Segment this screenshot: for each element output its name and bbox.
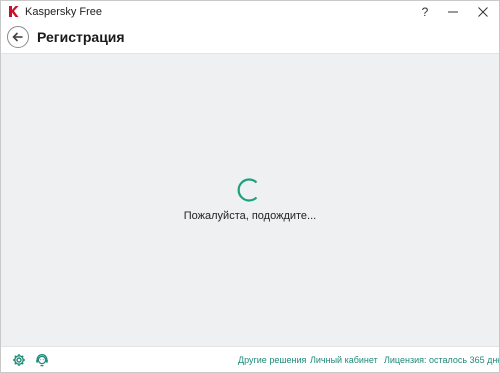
gear-icon[interactable] — [12, 353, 26, 367]
title-bar: Kaspersky Free ? — [1, 1, 499, 23]
kaspersky-logo-icon — [9, 6, 19, 17]
license-link[interactable]: Лицензия: осталось 365 дней — [384, 354, 499, 366]
footer: Другие решения Личный кабинет Лицензия: … — [1, 346, 499, 372]
support-agent-icon[interactable] — [35, 353, 49, 367]
main-content: Пожалуйста, подождите... — [1, 54, 499, 346]
back-button[interactable] — [7, 26, 29, 48]
help-button[interactable]: ? — [411, 1, 439, 23]
minimize-button[interactable] — [439, 1, 467, 23]
close-button[interactable] — [469, 1, 497, 23]
page-title: Регистрация — [37, 29, 125, 45]
other-solutions-link[interactable]: Другие решения — [238, 354, 306, 366]
app-title: Kaspersky Free — [25, 6, 103, 18]
loading-spinner-icon — [237, 178, 258, 202]
page-header: Регистрация — [1, 23, 499, 54]
arrow-left-icon — [12, 32, 23, 42]
wait-message: Пожалуйста, подождите... — [183, 210, 317, 222]
app-window: Kaspersky Free ? Регистрация Пожалуйста,… — [0, 0, 500, 373]
close-icon — [478, 7, 488, 17]
minimize-icon — [448, 11, 458, 13]
personal-cabinet-link[interactable]: Личный кабинет — [310, 354, 378, 366]
